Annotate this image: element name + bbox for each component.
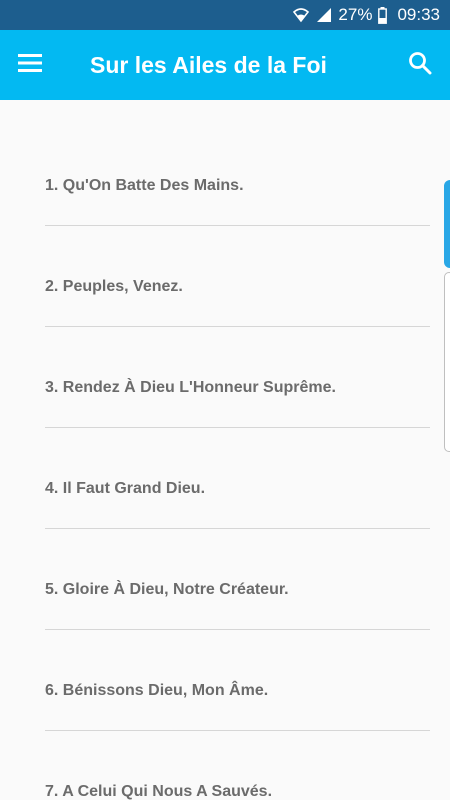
song-list: 1. Qu'On Batte Des Mains. 2. Peuples, Ve… xyxy=(0,100,450,800)
song-title: 2. Peuples, Venez. xyxy=(45,278,183,295)
battery-percentage: 27% xyxy=(338,5,373,24)
signal-icon xyxy=(316,7,332,23)
battery-icon xyxy=(378,6,388,24)
song-title: 3. Rendez À Dieu L'Honneur Suprême. xyxy=(45,379,336,396)
list-item[interactable]: 3. Rendez À Dieu L'Honneur Suprême. xyxy=(45,327,430,428)
menu-button[interactable] xyxy=(0,30,60,100)
list-item[interactable]: 7. A Celui Qui Nous A Sauvés. xyxy=(45,731,430,800)
status-bar: 27% 09:33 xyxy=(0,0,450,30)
clock: 09:33 xyxy=(397,5,440,24)
list-item[interactable]: 1. Qu'On Batte Des Mains. xyxy=(45,125,430,226)
app-title: Sur les Ailes de la Foi xyxy=(90,51,327,78)
list-item[interactable]: 4. Il Faut Grand Dieu. xyxy=(45,428,430,529)
list-item[interactable]: 6. Bénissons Dieu, Mon Âme. xyxy=(45,630,430,731)
fast-scroll-thumb[interactable] xyxy=(444,180,450,268)
list-item[interactable]: 5. Gloire À Dieu, Notre Créateur. xyxy=(45,529,430,630)
song-title: 4. Il Faut Grand Dieu. xyxy=(45,480,206,497)
song-title: 7. A Celui Qui Nous A Sauvés. xyxy=(45,783,273,800)
list-item[interactable]: 2. Peuples, Venez. xyxy=(45,226,430,327)
app-bar: Sur les Ailes de la Foi xyxy=(0,30,450,100)
song-title: 6. Bénissons Dieu, Mon Âme. xyxy=(45,682,269,699)
search-icon xyxy=(408,51,432,80)
song-title: 1. Qu'On Batte Des Mains. xyxy=(45,177,244,194)
song-title: 5. Gloire À Dieu, Notre Créateur. xyxy=(45,581,289,598)
wifi-icon xyxy=(292,7,310,23)
fast-scroll-track[interactable] xyxy=(444,272,450,452)
hamburger-menu-icon xyxy=(17,53,43,78)
search-button[interactable] xyxy=(390,30,450,100)
